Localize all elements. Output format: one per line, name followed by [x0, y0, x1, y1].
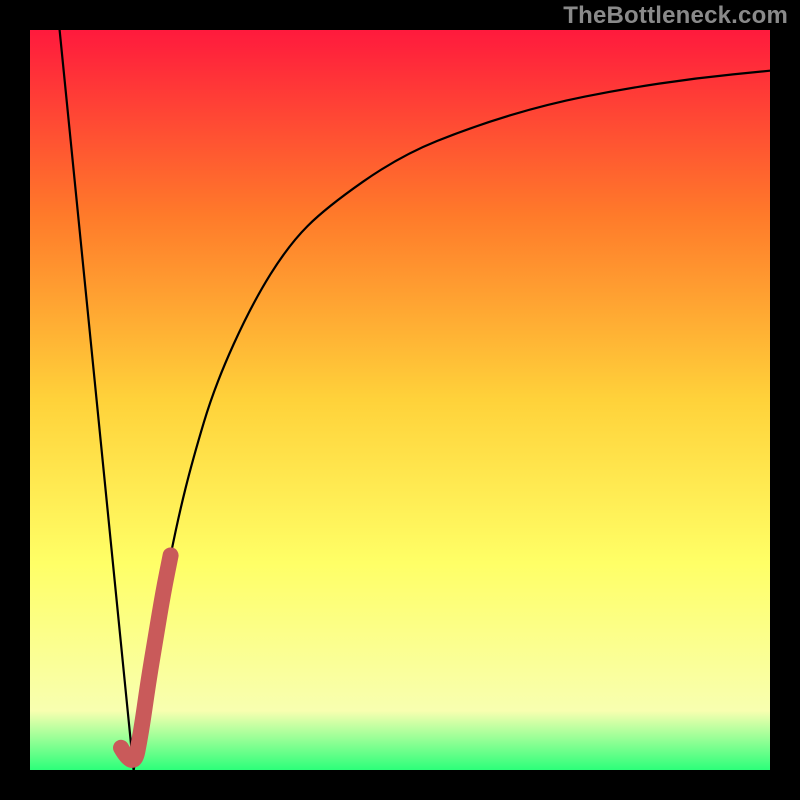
bottleneck-chart — [0, 0, 800, 800]
plot-area — [30, 30, 770, 770]
watermark-text: TheBottleneck.com — [563, 2, 788, 30]
